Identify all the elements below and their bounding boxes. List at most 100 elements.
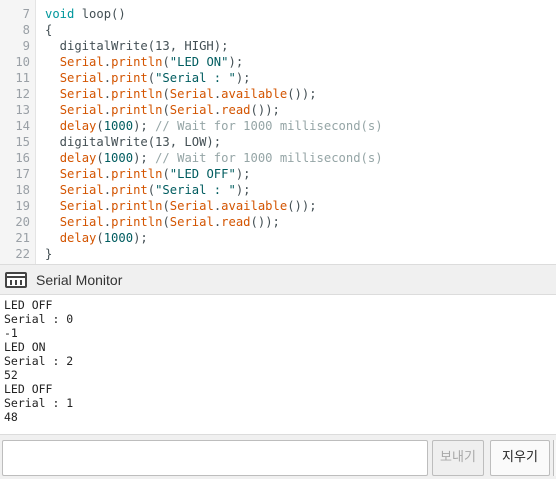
line-number: 20	[15, 215, 30, 229]
code-token: (	[96, 231, 104, 245]
code-text: digitalWrite(13, HIGH);	[45, 38, 229, 54]
code-token: Serial	[169, 199, 214, 213]
serial-input[interactable]	[2, 440, 428, 476]
code-token: ());	[250, 103, 280, 117]
serial-output-line: 52	[4, 368, 18, 382]
code-text: void loop()	[45, 6, 126, 22]
code-token: (	[162, 199, 170, 213]
clear-button[interactable]: 지우기	[490, 440, 550, 476]
code-token: );	[235, 183, 251, 197]
code-token: (	[162, 167, 170, 181]
line-number: 21	[15, 231, 30, 245]
code-token: digitalWrite(13, LOW);	[45, 135, 222, 149]
code-token: (	[162, 55, 170, 69]
code-token: Serial	[59, 183, 104, 197]
code-token: ());	[287, 199, 317, 213]
code-text: Serial.println(Serial.read());	[45, 214, 280, 230]
serial-monitor-icon	[5, 272, 27, 288]
code-token: .	[103, 55, 112, 69]
code-editor[interactable]: 7 void loop() 8{9 digitalWrite(13, HIGH); 1…	[0, 0, 556, 264]
code-text: {	[45, 22, 52, 38]
code-token: }	[45, 247, 53, 261]
code-token: (	[162, 103, 170, 117]
code-token: 1000	[103, 231, 134, 245]
code-token: println	[111, 215, 163, 229]
serial-output-line: Serial : 1	[4, 396, 74, 410]
line-number: 14	[15, 119, 30, 133]
code-token: Serial	[59, 103, 104, 117]
line-number: 9	[22, 39, 30, 53]
code-token: (	[96, 151, 104, 165]
code-token: .	[103, 199, 112, 213]
code-text: digitalWrite(13, LOW);	[45, 134, 221, 150]
code-token: "Serial : "	[155, 183, 236, 197]
serial-input-bar: 보내기 지우기	[0, 434, 556, 479]
code-token: print	[111, 71, 148, 85]
code-token: );	[235, 71, 251, 85]
code-token: digitalWrite(13, HIGH);	[45, 39, 229, 53]
serial-output-line: LED OFF	[4, 382, 53, 396]
code-line: 15 digitalWrite(13, LOW);	[0, 134, 556, 150]
code-line: 13 Serial.println(Serial.read());	[0, 102, 556, 118]
code-token: (	[162, 215, 170, 229]
serial-output-line: LED ON	[4, 340, 46, 354]
code-line: 12 Serial.println(Serial.available());	[0, 86, 556, 102]
code-line: 7 void loop()	[0, 6, 556, 22]
code-token: void	[45, 7, 75, 21]
line-number: 15	[15, 135, 30, 149]
code-token: (	[147, 71, 156, 85]
code-token: available	[221, 199, 288, 213]
code-line: 18 Serial.print("Serial : ");	[0, 182, 556, 198]
code-token: .	[103, 167, 112, 181]
code-token: read	[221, 215, 251, 229]
code-line: 10 Serial.println("LED ON");	[0, 54, 556, 70]
line-number: 11	[15, 71, 30, 85]
code-token: .	[103, 103, 112, 117]
serial-output-line: Serial : 0	[4, 312, 74, 326]
code-line: 16 delay(1000); // Wait for 1000 millise…	[0, 150, 556, 166]
code-line: 9 digitalWrite(13, HIGH);	[0, 38, 556, 54]
code-text: delay(1000); // Wait for 1000 millisecon…	[45, 150, 383, 166]
code-token: read	[221, 103, 251, 117]
code-token: Serial	[59, 87, 104, 101]
code-token: 1000	[103, 151, 134, 165]
code-text: Serial.println(Serial.available());	[45, 86, 317, 102]
code-token: );	[235, 167, 251, 181]
code-token: println	[111, 55, 163, 69]
code-token: delay	[59, 231, 97, 245]
serial-output-line: LED OFF	[4, 298, 53, 312]
code-line: 22}	[0, 246, 556, 262]
code-line: 21 delay(1000);	[0, 230, 556, 246]
line-number: 10	[15, 55, 30, 69]
line-number: 18	[15, 183, 30, 197]
code-token: "Serial : "	[155, 71, 236, 85]
code-token: println	[111, 103, 163, 117]
line-number: 19	[15, 199, 30, 213]
code-token: Serial	[59, 167, 104, 181]
code-token: Serial	[59, 199, 104, 213]
line-number: 17	[15, 167, 30, 181]
code-line: 8{	[0, 22, 556, 38]
code-text: Serial.print("Serial : ");	[45, 182, 251, 198]
send-button[interactable]: 보내기	[432, 440, 484, 476]
line-number: 12	[15, 87, 30, 101]
code-token: "LED ON"	[169, 55, 229, 69]
code-token: println	[111, 199, 163, 213]
code-token: );	[133, 151, 156, 165]
code-text: Serial.println("LED ON");	[45, 54, 243, 70]
code-token: ());	[250, 215, 280, 229]
code-text: }	[45, 246, 52, 262]
code-token: delay	[59, 151, 97, 165]
code-token: (	[147, 183, 156, 197]
code-token: Serial	[169, 103, 214, 117]
serial-monitor-header: Serial Monitor	[0, 264, 556, 295]
code-token: 1000	[103, 119, 134, 133]
code-token: Serial	[59, 55, 104, 69]
